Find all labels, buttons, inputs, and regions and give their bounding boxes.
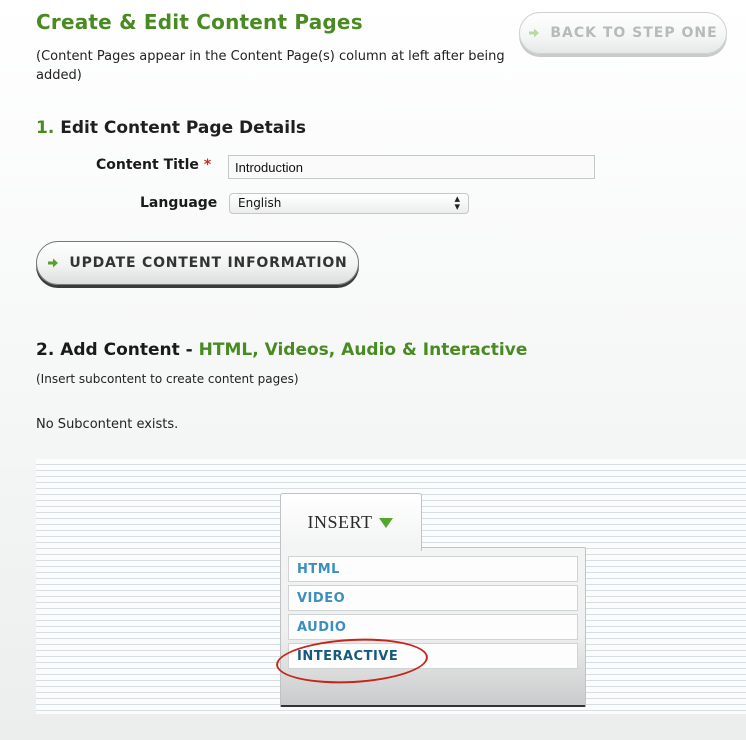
- select-caret-icon: ▴ ▾: [454, 192, 460, 213]
- insert-menu-item-video[interactable]: VIDEO: [288, 585, 578, 611]
- insert-tab-label: INSERT: [307, 512, 373, 532]
- content-title-label-text: Content Title: [96, 157, 199, 173]
- content-editor-page: Create & Edit Content Pages (Content Pag…: [0, 0, 746, 740]
- empty-subcontent-message: No Subcontent exists.: [36, 417, 179, 432]
- back-button-label: BACK TO STEP ONE: [550, 25, 718, 41]
- arrow-right-icon: [529, 28, 540, 38]
- language-selected-value: English: [238, 196, 282, 210]
- section-number: 1.: [36, 118, 55, 138]
- section-edit-details-heading: 1. Edit Content Page Details: [36, 118, 306, 138]
- update-button-label: UPDATE CONTENT INFORMATION: [69, 255, 348, 271]
- section-heading-highlight: HTML, Videos, Audio & Interactive: [198, 340, 528, 360]
- insert-menu-item-html[interactable]: HTML: [288, 556, 578, 582]
- page-subtitle: (Content Pages appear in the Content Pag…: [36, 49, 505, 83]
- content-title-label: Content Title *: [96, 157, 211, 173]
- section-add-content-heading: 2. Add Content - HTML, Videos, Audio & I…: [36, 340, 527, 360]
- insert-menu-item-audio[interactable]: AUDIO: [288, 614, 578, 640]
- triangle-down-icon: [379, 517, 394, 528]
- arrow-right-icon: [48, 258, 59, 268]
- back-to-step-one-button[interactable]: BACK TO STEP ONE: [519, 12, 727, 54]
- section-heading-text: Edit Content Page Details: [60, 118, 307, 138]
- insert-tab[interactable]: INSERT: [280, 493, 422, 551]
- update-content-information-button[interactable]: UPDATE CONTENT INFORMATION: [36, 241, 359, 285]
- language-label: Language: [140, 195, 218, 211]
- page-title: Create & Edit Content Pages: [36, 10, 363, 34]
- language-select[interactable]: English ▴ ▾: [229, 193, 469, 214]
- content-title-input[interactable]: [228, 155, 595, 179]
- section-subtext: (Insert subcontent to create content pag…: [36, 372, 299, 386]
- required-marker: *: [203, 157, 212, 173]
- section-heading-prefix: 2. Add Content -: [36, 340, 199, 360]
